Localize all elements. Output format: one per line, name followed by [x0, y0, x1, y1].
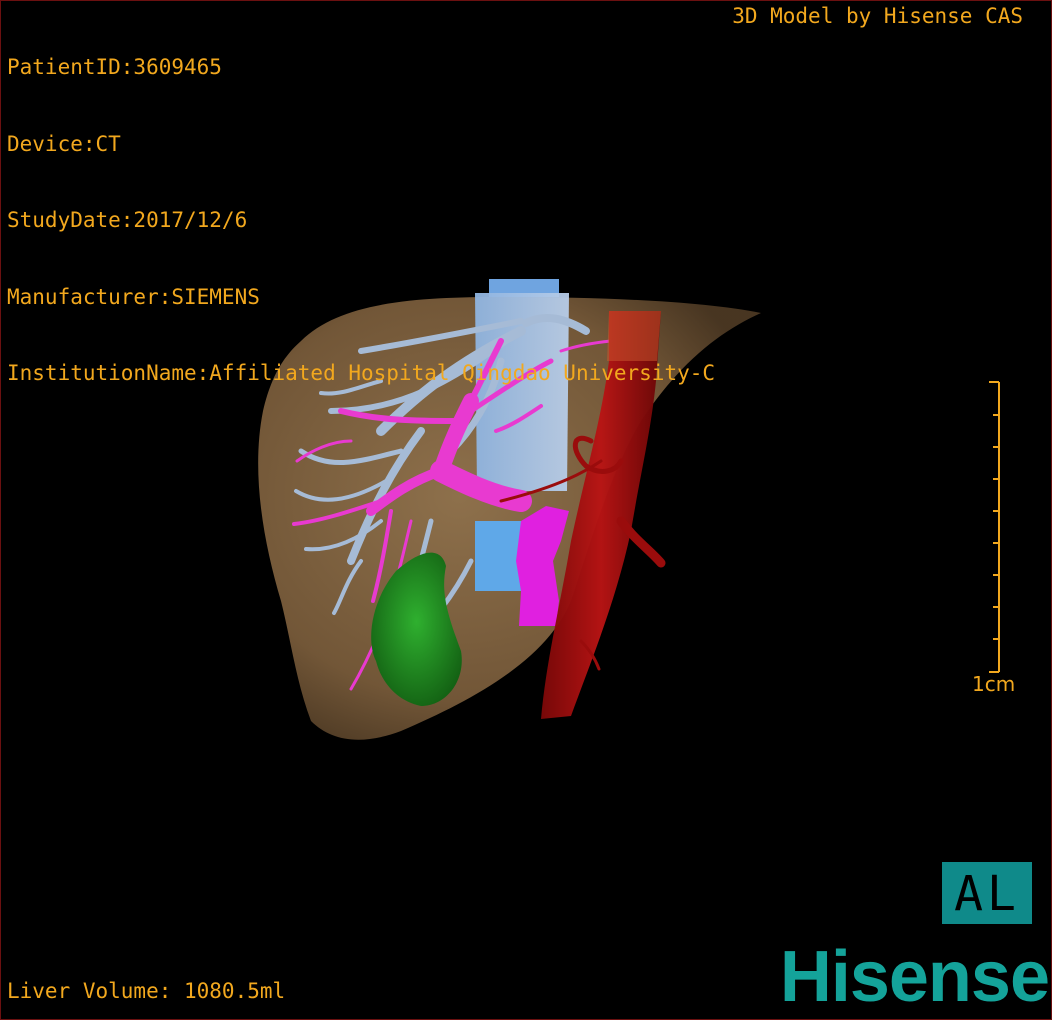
dicom-info: PatientID:3609465 Device:CT StudyDate:20…	[7, 4, 715, 438]
institution-name: InstitutionName:Affiliated Hospital Qing…	[7, 361, 716, 385]
liver-volume: Liver Volume: 1080.5ml	[7, 979, 286, 1003]
patient-id: PatientID:3609465	[7, 55, 222, 79]
model-caption: 3D Model by Hisense CAS	[732, 4, 1023, 28]
scale-bar	[989, 381, 1000, 673]
3d-viewport[interactable]: PatientID:3609465 Device:CT StudyDate:20…	[0, 0, 1052, 1020]
hisense-logo: Hisense	[779, 937, 1050, 1017]
orientation-indicator: AL	[942, 862, 1032, 924]
device: Device:CT	[7, 131, 121, 156]
scale-bar-label: 1cm	[972, 672, 1016, 696]
study-date: StudyDate:2017/12/6	[7, 208, 248, 232]
manufacturer: Manufacturer:SIEMENS	[7, 284, 260, 309]
